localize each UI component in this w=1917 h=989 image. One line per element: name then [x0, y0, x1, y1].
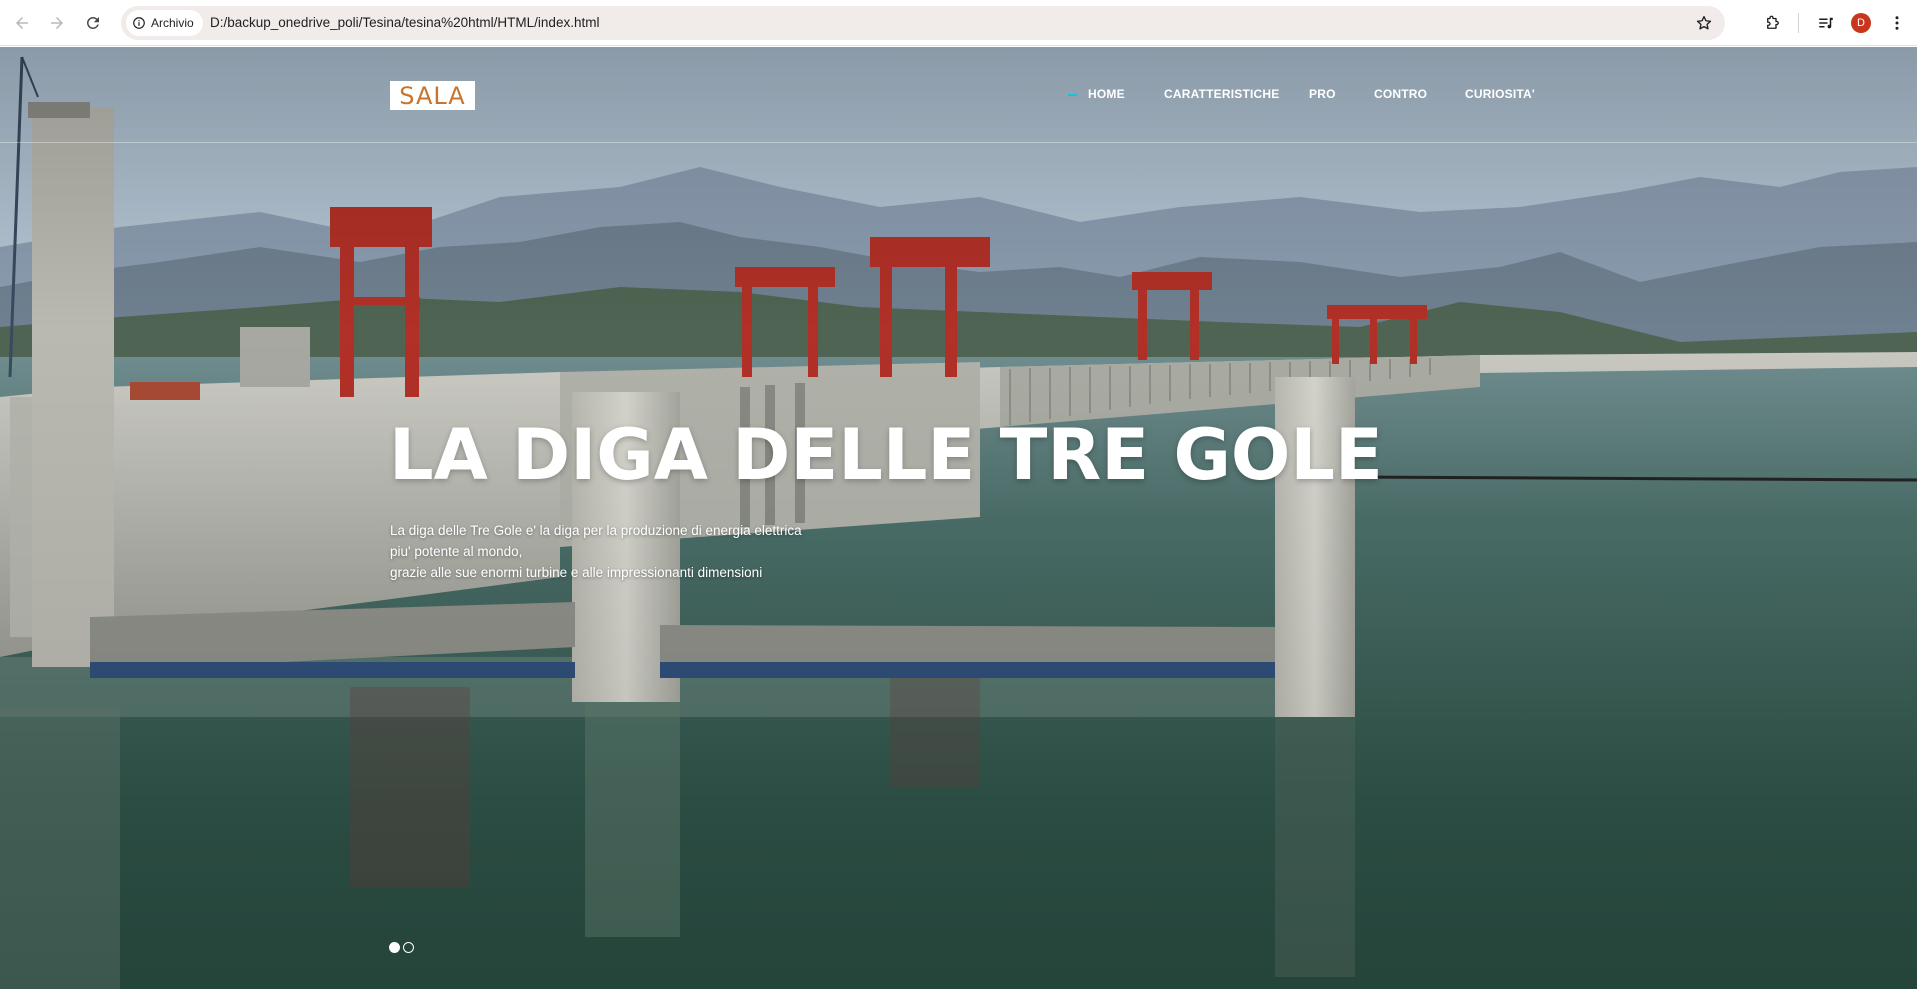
extensions-button[interactable] — [1762, 12, 1784, 34]
menu-kebab-icon — [1895, 16, 1899, 30]
profile-avatar[interactable]: D — [1851, 13, 1871, 33]
site-logo[interactable]: SALA — [390, 81, 475, 110]
logo-text: SALA — [399, 81, 466, 110]
hero-description-line: grazie alle sue enormi turbine e alle im… — [390, 565, 763, 580]
media-control-icon — [1819, 17, 1833, 29]
toolbar-separator — [1798, 13, 1799, 33]
hero-description-line: La diga delle Tre Gole e' la diga per la… — [390, 523, 802, 538]
info-icon — [133, 17, 145, 29]
hero-background-photo — [0, 47, 1917, 989]
reload-button[interactable] — [81, 11, 105, 35]
site-chip-label: Archivio — [151, 16, 194, 30]
media-control-button[interactable] — [1815, 12, 1837, 34]
web-page: SALA HOME CARATTERISTICHE PRO CONTRO CUR… — [0, 47, 1917, 989]
reload-icon — [86, 16, 99, 29]
browser-menu-button[interactable] — [1886, 12, 1908, 34]
nav-contro[interactable]: CONTRO — [1374, 87, 1427, 101]
forward-button[interactable] — [45, 11, 69, 35]
nav-pro[interactable]: PRO — [1309, 87, 1336, 101]
nav-home[interactable]: HOME — [1088, 87, 1125, 101]
forward-arrow-icon — [51, 17, 63, 29]
extensions-icon — [1767, 15, 1779, 29]
hero-description: La diga delle Tre Gole e' la diga per la… — [390, 520, 910, 583]
site-header: SALA HOME CARATTERISTICHE PRO CONTRO CUR… — [0, 47, 1917, 143]
slider-dot-2[interactable] — [403, 942, 414, 953]
url-text[interactable]: D:/backup_onedrive_poli/Tesina/tesina%20… — [210, 15, 599, 30]
nav-caratteristiche[interactable]: CARATTERISTICHE — [1164, 87, 1279, 101]
nav-curiosita[interactable]: CURIOSITA' — [1465, 87, 1535, 101]
hero-description-line: piu' potente al mondo, — [390, 544, 523, 559]
site-info-chip[interactable]: Archivio — [126, 10, 203, 36]
star-icon[interactable] — [1695, 14, 1713, 32]
address-bar[interactable]: Archivio D:/backup_onedrive_poli/Tesina/… — [121, 6, 1725, 40]
slider-dot-1[interactable] — [389, 942, 400, 953]
browser-toolbar: Archivio D:/backup_onedrive_poli/Tesina/… — [0, 0, 1917, 46]
hero-title: LA DIGA DELLE TRE GOLE — [389, 414, 1383, 496]
back-button[interactable] — [10, 11, 34, 35]
back-arrow-icon — [16, 17, 28, 29]
slider-pagination — [389, 942, 414, 953]
active-nav-indicator — [1068, 94, 1077, 96]
